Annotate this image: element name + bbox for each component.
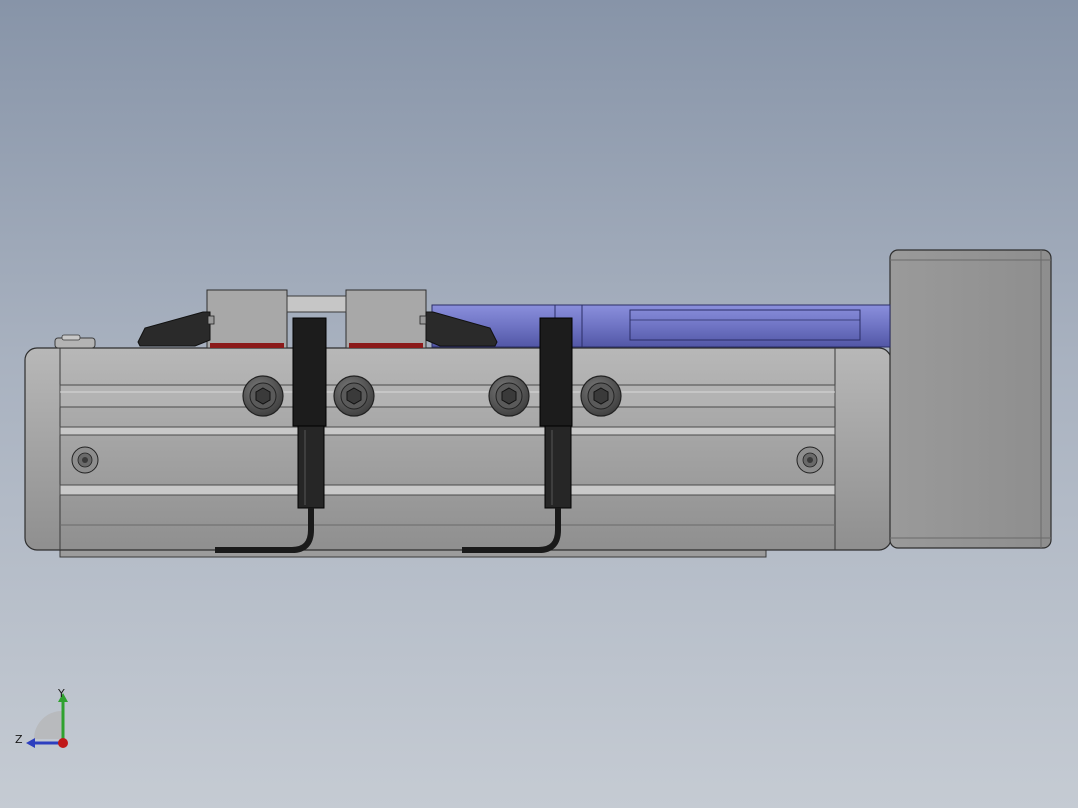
jaw-carriage-right[interactable] — [345, 289, 427, 349]
gripper-finger-left[interactable] — [137, 311, 211, 347]
axis-triad: Y Z — [15, 687, 68, 748]
y-axis-label: Y — [57, 687, 65, 700]
x-axis-dot — [58, 738, 68, 748]
socket-screw — [488, 375, 530, 417]
jaw-carriage-left[interactable] — [206, 289, 288, 349]
middle-groove — [59, 426, 836, 436]
motor-housing[interactable] — [889, 249, 1052, 549]
pneumatic-cylinder[interactable] — [431, 304, 891, 348]
main-body[interactable] — [24, 347, 892, 551]
cad-viewport[interactable]: Y Z — [0, 0, 1078, 808]
socket-screw — [333, 375, 375, 417]
z-axis-label: Z — [15, 733, 23, 746]
socket-screw — [580, 375, 622, 417]
lower-groove — [59, 484, 836, 496]
socket-screw — [242, 375, 284, 417]
end-screw-right — [796, 446, 824, 474]
gripper-model[interactable] — [0, 0, 1078, 808]
upper-groove — [59, 384, 836, 408]
end-screw-left — [71, 446, 99, 474]
triad-arc — [34, 711, 62, 739]
jaw-rail — [286, 295, 347, 313]
